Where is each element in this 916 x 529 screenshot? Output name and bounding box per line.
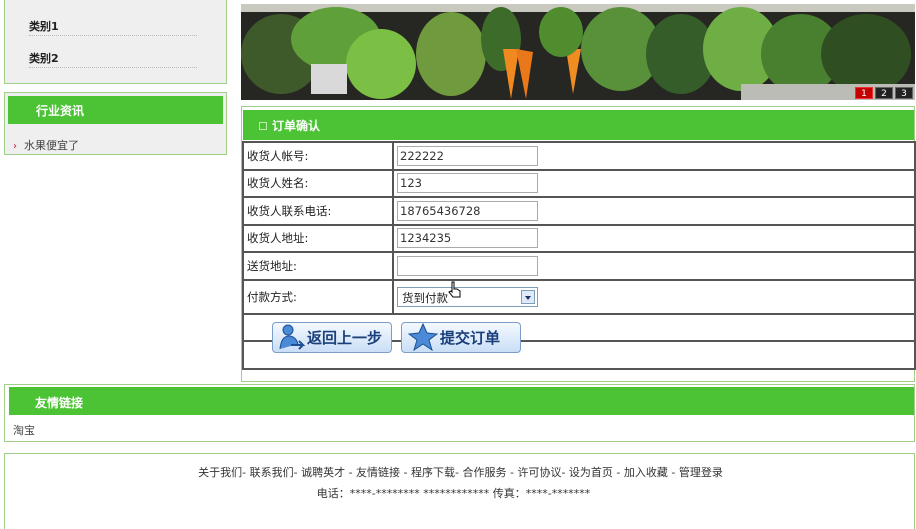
order-confirm-title: 订单确认 xyxy=(272,119,321,133)
friendly-links-panel: 友情链接 淘宝 xyxy=(4,384,915,442)
friendly-link-taobao[interactable]: 淘宝 xyxy=(13,422,35,438)
payment-method-selected: 货到付款 xyxy=(402,290,448,305)
news-panel: 行业资讯 › 水果便宜了 xyxy=(4,92,227,155)
order-confirm-header: 订单确认 xyxy=(243,110,914,140)
footer-nav-links[interactable]: 关于我们- 联系我们- 诚聘英才 - 友情链接 - 程序下载- 合作服务 - 许… xyxy=(5,464,916,480)
phone-input[interactable] xyxy=(397,200,538,221)
banner-image: 1 2 3 xyxy=(241,4,915,100)
footer-contact: 电话：****-******** ************ 传真：****-**… xyxy=(316,487,591,500)
news-panel-title: 行业资讯 xyxy=(8,96,223,124)
back-button[interactable]: 返回上一步 xyxy=(272,321,392,353)
category-link-2[interactable]: 类别2 xyxy=(29,44,197,68)
payment-method-select[interactable]: 货到付款 xyxy=(397,286,538,307)
chevron-down-icon[interactable] xyxy=(521,289,535,304)
vegetable-banner-illustration xyxy=(241,4,915,100)
button-row: 返回上一步 提交订单 xyxy=(242,281,916,353)
back-button-label: 返回上一步 xyxy=(307,328,383,347)
phone-label: 收货人联系电话: xyxy=(242,196,394,226)
delivery-address-label: 送货地址: xyxy=(242,251,394,281)
form-row: 送货地址: xyxy=(242,251,916,281)
delivery-address-input[interactable] xyxy=(397,255,538,276)
form-row: 收货人帐号: xyxy=(242,141,916,171)
banner-page-3[interactable]: 3 xyxy=(895,87,913,99)
form-row: 收货人地址: xyxy=(242,223,916,253)
square-bullet-icon xyxy=(259,122,267,130)
order-form: 收货人帐号: 收货人姓名: 收货人联系电话: 收货人地址: 送货地址: 付款方式… xyxy=(242,141,916,370)
mouse-cursor-icon xyxy=(448,281,461,297)
form-row: 付款方式: 货到付款 xyxy=(242,278,916,315)
form-row: 收货人姓名: xyxy=(242,168,916,198)
submit-order-button[interactable]: 提交订单 xyxy=(401,321,521,353)
person-icon xyxy=(279,324,305,350)
page-footer: 关于我们- 联系我们- 诚聘英才 - 友情链接 - 程序下载- 合作服务 - 许… xyxy=(4,453,915,529)
banner-page-2[interactable]: 2 xyxy=(875,87,893,99)
news-item-label: 水果便宜了 xyxy=(24,139,79,152)
bullet-arrow-icon: › xyxy=(13,141,17,152)
banner-page-1[interactable]: 1 xyxy=(855,87,873,99)
friendly-links-title: 友情链接 xyxy=(9,387,914,415)
account-label: 收货人帐号: xyxy=(242,141,394,171)
category-link-1[interactable]: 类别1 xyxy=(29,12,197,36)
news-list-item[interactable]: › 水果便宜了 xyxy=(13,137,79,153)
star-icon xyxy=(408,323,438,351)
name-label: 收货人姓名: xyxy=(242,168,394,198)
order-confirm-panel: 订单确认 收货人帐号: 收货人姓名: 收货人联系电话: 收货人地址: 送货地址:… xyxy=(241,106,916,382)
address-label: 收货人地址: xyxy=(242,223,394,253)
payment-method-label: 付款方式: xyxy=(242,278,394,315)
account-input[interactable] xyxy=(397,145,538,166)
submit-order-label: 提交订单 xyxy=(440,328,501,347)
name-input[interactable] xyxy=(397,173,538,194)
form-row: 收货人联系电话: xyxy=(242,196,916,226)
address-input[interactable] xyxy=(397,228,538,249)
banner-pager: 1 2 3 xyxy=(855,87,913,99)
category-panel: 类别1 类别2 xyxy=(4,0,227,84)
